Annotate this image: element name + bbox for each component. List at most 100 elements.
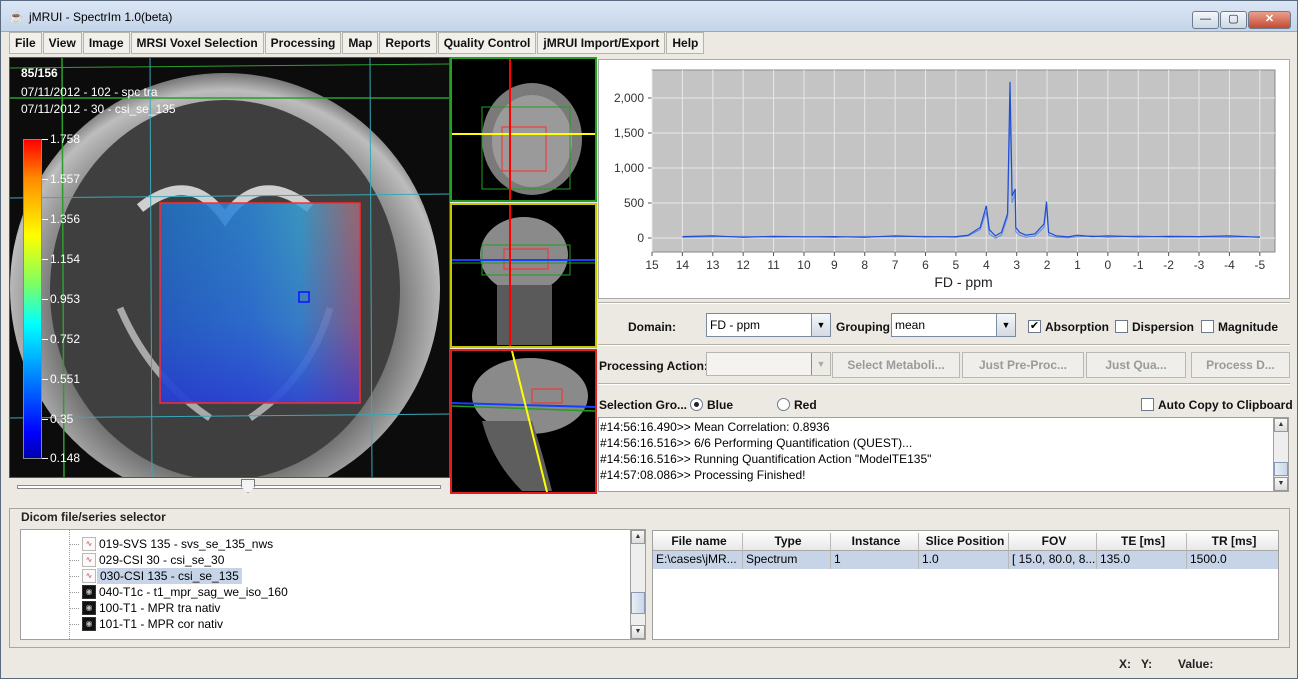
menu-processing[interactable]: Processing [264, 32, 342, 54]
scroll-up-icon[interactable]: ▲ [631, 530, 645, 544]
colorbar-label: 1.557 [50, 172, 81, 186]
menu-file[interactable]: File [9, 32, 42, 54]
status-y-label: Y: [1141, 657, 1153, 671]
table-cell[interactable]: 1.0 [919, 551, 1009, 569]
spectrum-chart[interactable]: 0 500 1,000 1,500 2,000 15 14 13 12 11 10 9 8 7 6 5 4 3 2 1… [598, 59, 1290, 299]
tree-item[interactable]: 100-T1 - MPR tra nativ [99, 600, 220, 616]
grouping-select[interactable]: mean ▼ [891, 313, 1016, 337]
menu-image[interactable]: Image [82, 32, 130, 54]
chevron-down-icon[interactable]: ▼ [996, 314, 1015, 336]
plot-area [651, 69, 1276, 253]
process-data-button[interactable]: Process D... [1191, 352, 1290, 378]
table-cell[interactable]: 135.0 [1097, 551, 1187, 569]
tree-item[interactable]: 101-T1 - MPR cor nativ [99, 616, 223, 632]
blue-radio-label: Blue [707, 398, 734, 412]
y-tick-label: 2,000 [614, 91, 644, 105]
spectrum-file-icon: ∿ [82, 537, 96, 551]
file-info-table[interactable]: File name Type Instance Slice Position F… [652, 530, 1279, 640]
tree-item[interactable]: 029-CSI 30 - csi_se_30 [99, 552, 224, 568]
mri-map-viewer[interactable]: 85/156 07/11/2012 - 102 - spc tra 07/11/… [9, 57, 450, 478]
log-scrollbar[interactable]: ▲ ▼ [1273, 417, 1289, 492]
just-preprocessing-button[interactable]: Just Pre-Proc... [962, 352, 1084, 378]
tree-item-selected[interactable]: 030-CSI 135 - csi_se_135 [97, 568, 242, 584]
column-header[interactable]: Slice Position [919, 533, 1009, 551]
minimize-button[interactable]: — [1192, 11, 1219, 29]
table-cell[interactable]: [ 15.0, 80.0, 8... [1009, 551, 1097, 569]
colorbar-label: 0.953 [50, 292, 81, 306]
chevron-down-icon[interactable]: ▼ [811, 353, 830, 375]
menu-view[interactable]: View [42, 32, 82, 54]
scroll-up-icon[interactable]: ▲ [1274, 418, 1288, 432]
domain-select[interactable]: FD - ppm ▼ [706, 313, 831, 337]
column-header[interactable]: File name [653, 533, 743, 551]
tree-item[interactable]: 019-SVS 135 - svs_se_135_nws [99, 536, 273, 552]
x-tick-label: 2 [1044, 258, 1051, 272]
menu-help[interactable]: Help [666, 32, 705, 54]
axial-thumbnail[interactable] [450, 57, 597, 202]
slice-slider-track[interactable] [17, 485, 441, 489]
colorbar-label: 0.752 [50, 332, 81, 346]
dispersion-checkbox[interactable] [1115, 320, 1128, 333]
column-header[interactable]: FOV [1009, 533, 1097, 551]
maximize-button[interactable]: ▢ [1220, 11, 1247, 29]
blue-radio[interactable] [690, 398, 703, 411]
tree-connector [70, 592, 79, 593]
column-header[interactable]: Instance [831, 533, 919, 551]
close-button[interactable]: ✕ [1248, 11, 1291, 29]
y-tick-label: 1,500 [614, 126, 644, 140]
magnitude-checkbox[interactable] [1201, 320, 1214, 333]
processing-action-select[interactable]: ▼ [706, 352, 831, 376]
column-header[interactable]: Type [743, 533, 831, 551]
menu-quality-control[interactable]: Quality Control [437, 32, 537, 54]
x-tick-label: 5 [953, 258, 960, 272]
processing-log[interactable]: #14:56:16.490>> Mean Correlation: 0.8936… [598, 417, 1274, 492]
red-radio[interactable] [777, 398, 790, 411]
table-cell[interactable]: 1500.0 [1187, 551, 1278, 569]
scroll-down-icon[interactable]: ▼ [631, 625, 645, 639]
x-tick-label: 0 [1105, 258, 1112, 272]
dicom-selector-title: Dicom file/series selector [19, 510, 168, 524]
table-cell[interactable]: 1 [831, 551, 919, 569]
scroll-thumb[interactable] [1274, 462, 1288, 476]
status-bar: X: Y: Value: [9, 653, 1290, 673]
mri-brain-image [10, 58, 449, 477]
just-quantification-button[interactable]: Just Qua... [1086, 352, 1186, 378]
table-cell[interactable]: Spectrum [743, 551, 831, 569]
select-metabolites-button[interactable]: Select Metaboli... [832, 352, 960, 378]
absorption-checkbox[interactable]: ✔ [1028, 320, 1041, 333]
tree-scrollbar[interactable]: ▲ ▼ [630, 529, 646, 640]
x-tick-label: -4 [1224, 258, 1235, 272]
image-series-icon: ◉ [82, 585, 96, 599]
x-tick-label: 11 [767, 258, 780, 272]
grouping-label: Grouping: [836, 320, 894, 334]
sagittal-thumbnail[interactable] [450, 349, 597, 494]
table-cell[interactable]: E:\cases\jMR... [653, 551, 743, 569]
image-series-icon: ◉ [82, 617, 96, 631]
color-scale-bar [23, 139, 42, 459]
menu-reports[interactable]: Reports [379, 32, 437, 54]
magnitude-label: Magnitude [1218, 320, 1278, 334]
title-bar: ☕ jMRUI - SpectrIm 1.0(beta) — ▢ ✕ [1, 1, 1297, 32]
slice-counter: 85/156 [21, 66, 58, 80]
colorbar-label: 0.35 [50, 412, 74, 426]
x-tick-label: 6 [922, 258, 929, 272]
coronal-thumbnail[interactable] [450, 203, 597, 348]
menu-jmrui-import-export[interactable]: jMRUI Import/Export [537, 32, 666, 54]
tree-item[interactable]: 040-T1c - t1_mpr_sag_we_iso_160 [99, 584, 288, 600]
column-header[interactable]: TR [ms] [1187, 533, 1278, 551]
menu-map[interactable]: Map [342, 32, 379, 54]
series-tree[interactable]: ∿ 019-SVS 135 - svs_se_135_nws ∿ 029-CSI… [20, 529, 631, 640]
auto-copy-checkbox[interactable] [1141, 398, 1154, 411]
tree-connector [70, 576, 79, 577]
chevron-down-icon[interactable]: ▼ [811, 314, 830, 336]
scroll-thumb[interactable] [631, 592, 645, 614]
processing-action-label: Processing Action: [599, 359, 708, 373]
scroll-down-icon[interactable]: ▼ [1274, 477, 1288, 491]
slice-slider-thumb[interactable] [241, 479, 255, 493]
log-line: #14:56:16.516>> 6/6 Performing Quantific… [600, 436, 913, 450]
menu-mrsi-voxel-selection[interactable]: MRSI Voxel Selection [130, 32, 264, 54]
colorbar-tick [42, 219, 48, 220]
column-header[interactable]: TE [ms] [1097, 533, 1187, 551]
sagittal-brain-image [452, 351, 595, 492]
domain-value: FD - ppm [710, 318, 761, 332]
